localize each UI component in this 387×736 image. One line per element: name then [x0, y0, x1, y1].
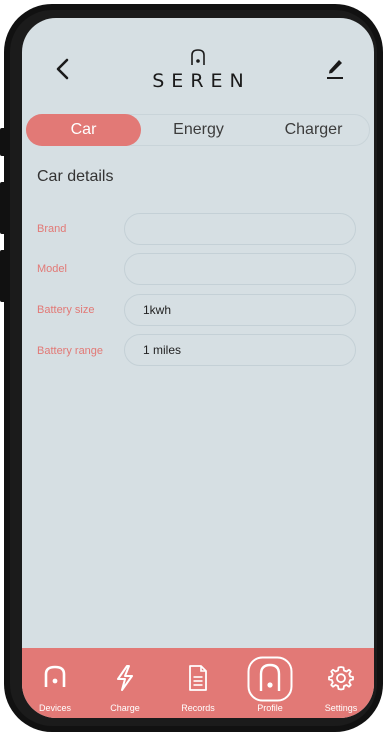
- nav-devices[interactable]: Devices: [24, 648, 86, 718]
- app-screen: SEREN Car Energy Charger Car details Bra…: [22, 18, 374, 718]
- tab-charger[interactable]: Charger: [256, 114, 371, 146]
- nav-label: Profile: [257, 703, 283, 713]
- tab-energy[interactable]: Energy: [141, 114, 256, 146]
- pencil-icon: [327, 60, 343, 79]
- nav-label: Devices: [38, 703, 71, 713]
- device-icon: [44, 665, 66, 687]
- gear-icon: [328, 666, 354, 691]
- lightning-icon: [117, 665, 133, 691]
- brand-logo: SEREN: [138, 48, 258, 98]
- phone-side-button: [0, 128, 6, 156]
- nav-label: Charge: [110, 703, 140, 713]
- phone-volume-down-button: [0, 250, 6, 302]
- nav-label: Settings: [324, 703, 358, 713]
- section-title: Car details: [37, 168, 114, 185]
- battery-size-field[interactable]: 1kwh: [124, 294, 356, 326]
- battery-range-field[interactable]: 1 miles: [124, 334, 356, 366]
- tab-label: Charger: [284, 121, 343, 138]
- nav-settings[interactable]: Settings: [310, 648, 372, 718]
- tab-label: Car: [70, 121, 97, 138]
- phone-volume-up-button: [0, 182, 6, 234]
- nav-profile[interactable]: Profile: [239, 648, 301, 718]
- bottom-nav: Devices Charge Records Profile Settings: [22, 648, 374, 718]
- chevron-left-icon: [56, 58, 69, 80]
- model-field[interactable]: [124, 253, 356, 285]
- nav-charge[interactable]: Charge: [94, 648, 156, 718]
- tab-label: Energy: [173, 121, 224, 138]
- brand-name: SEREN: [152, 70, 251, 92]
- app-header: SEREN: [22, 18, 374, 110]
- edit-button[interactable]: [322, 54, 348, 82]
- tab-bar: Car Energy Charger: [26, 114, 370, 146]
- logo-mark-icon: [191, 49, 205, 65]
- model-label: Model: [37, 263, 67, 275]
- back-button[interactable]: [52, 56, 74, 82]
- brand-label: Brand: [37, 223, 67, 235]
- battery-range-label: Battery range: [37, 345, 104, 357]
- nav-records[interactable]: Records: [167, 648, 229, 718]
- document-icon: [189, 665, 207, 691]
- profile-icon: [247, 656, 293, 702]
- nav-label: Records: [181, 703, 215, 713]
- battery-size-label: Battery size: [37, 304, 95, 316]
- brand-field[interactable]: [124, 213, 356, 245]
- tab-car[interactable]: Car: [26, 114, 141, 146]
